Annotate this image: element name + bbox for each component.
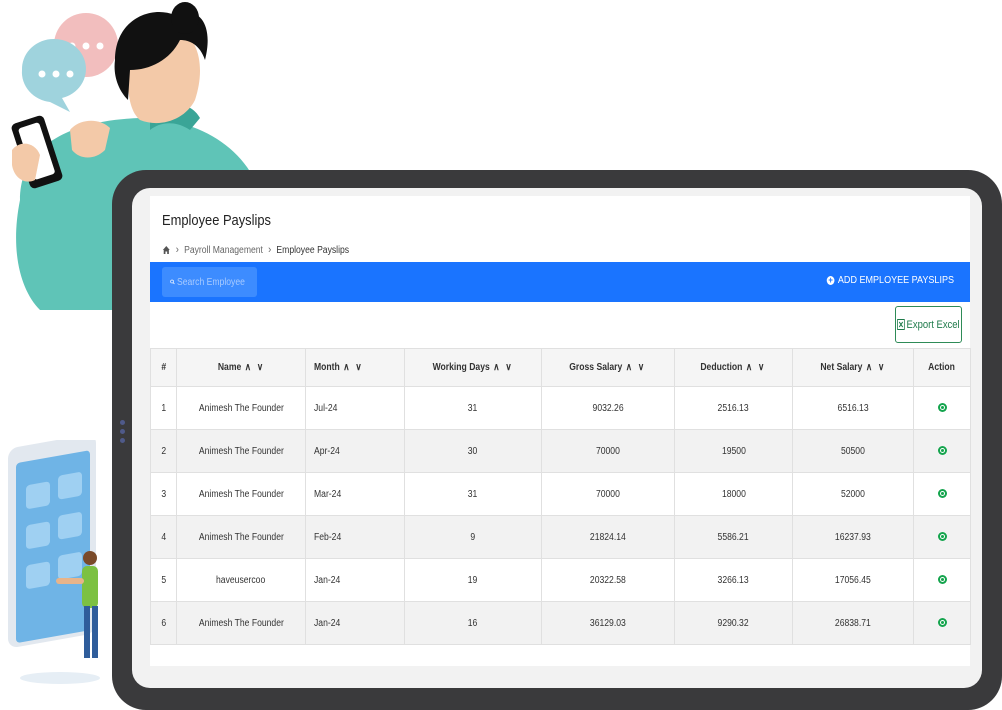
cell-deduction: 19500: [674, 429, 793, 473]
cell-month: Jan-24: [305, 601, 405, 645]
table-row: 5 haveusercoo Jan-24 19 20322.58 3266.13…: [150, 558, 971, 602]
cell-action: [913, 601, 971, 645]
col-header-action: Action: [913, 348, 971, 387]
cell-action: [913, 472, 971, 516]
cell-index: 2: [150, 429, 177, 473]
breadcrumb-employee-payslips: Employee Payslips: [276, 244, 350, 256]
cell-gross-salary: 20322.58: [541, 558, 675, 602]
cell-month: Feb-24: [305, 515, 405, 559]
export-excel-label: Export Excel: [906, 318, 960, 331]
col-header-gross-salary[interactable]: Gross Salary ∧ ∨: [541, 348, 675, 387]
cell-gross-salary: 36129.03: [541, 601, 675, 645]
cell-net-salary: 17056.45: [792, 558, 914, 602]
excel-file-icon: [897, 319, 905, 330]
cell-working-days: 16: [404, 601, 542, 645]
table-header-row: # Name ∧ ∨ Month ∧ ∨ Working Days ∧ ∨ Gross…: [150, 348, 971, 387]
search-icon: [170, 279, 175, 285]
cell-action: [913, 558, 971, 602]
view-payslip-icon[interactable]: [937, 446, 947, 456]
table-row: 3 Animesh The Founder Mar-24 31 70000 18…: [150, 472, 971, 516]
search-box[interactable]: [162, 267, 257, 297]
payslips-table: # Name ∧ ∨ Month ∧ ∨ Working Days ∧ ∨ Gross…: [150, 348, 971, 645]
sort-icon: ∧ ∨: [244, 362, 265, 373]
cell-working-days: 31: [404, 472, 542, 516]
export-excel-button[interactable]: Export Excel: [895, 306, 962, 343]
cell-name: Animesh The Founder: [176, 515, 306, 559]
cell-net-salary: 6516.13: [792, 386, 914, 430]
cell-name: Animesh The Founder: [176, 429, 306, 473]
payslips-screen: Employee Payslips › Payroll Management ›…: [150, 196, 971, 666]
cell-name: haveusercoo: [176, 558, 306, 602]
breadcrumb: › Payroll Management › Employee Payslips: [162, 244, 349, 256]
col-header-index: #: [150, 348, 177, 387]
cell-working-days: 30: [404, 429, 542, 473]
cell-working-days: 31: [404, 386, 542, 430]
cell-month: Jul-24: [305, 386, 405, 430]
col-header-month[interactable]: Month ∧ ∨: [305, 348, 405, 387]
col-header-net-salary[interactable]: Net Salary ∧ ∨: [792, 348, 914, 387]
sort-icon: ∧ ∨: [626, 362, 647, 373]
col-header-name[interactable]: Name ∧ ∨: [176, 348, 306, 387]
cell-index: 3: [150, 472, 177, 516]
table-row: 6 Animesh The Founder Jan-24 16 36129.03…: [150, 601, 971, 645]
sort-icon: ∧ ∨: [865, 362, 886, 373]
home-icon[interactable]: [162, 245, 171, 255]
cell-name: Animesh The Founder: [176, 386, 306, 430]
sort-icon: ∧ ∨: [746, 362, 767, 373]
view-payslip-icon[interactable]: [937, 618, 947, 628]
breadcrumb-payroll-management[interactable]: Payroll Management: [184, 245, 263, 256]
cell-net-salary: 50500: [792, 429, 914, 473]
cell-gross-salary: 9032.26: [541, 386, 675, 430]
cell-working-days: 9: [404, 515, 542, 559]
sort-icon: ∧ ∨: [343, 362, 364, 373]
cell-index: 4: [150, 515, 177, 559]
cell-net-salary: 16237.93: [792, 515, 914, 559]
view-payslip-icon[interactable]: [937, 575, 947, 585]
cell-name: Animesh The Founder: [176, 472, 306, 516]
cell-deduction: 2516.13: [674, 386, 793, 430]
add-employee-payslips-button[interactable]: + ADD EMPLOYEE PAYSLIPS: [826, 274, 954, 286]
table-row: 2 Animesh The Founder Apr-24 30 70000 19…: [150, 429, 971, 473]
table-row: 4 Animesh The Founder Feb-24 9 21824.14 …: [150, 515, 971, 559]
cell-index: 5: [150, 558, 177, 602]
col-header-working-days[interactable]: Working Days ∧ ∨: [404, 348, 542, 387]
sort-icon: ∧ ∨: [493, 362, 514, 373]
cell-month: Jan-24: [305, 558, 405, 602]
cell-index: 1: [150, 386, 177, 430]
plus-circle-icon: +: [826, 274, 835, 285]
chevron-right-icon: ›: [268, 244, 272, 256]
view-payslip-icon[interactable]: [937, 403, 947, 413]
page-title: Employee Payslips: [162, 212, 271, 229]
cell-month: Mar-24: [305, 472, 405, 516]
cell-action: [913, 386, 971, 430]
action-bar: + ADD EMPLOYEE PAYSLIPS: [150, 262, 970, 302]
cell-index: 6: [150, 601, 177, 645]
col-header-deduction[interactable]: Deduction ∧ ∨: [674, 348, 793, 387]
cell-net-salary: 26838.71: [792, 601, 914, 645]
table-row: 1 Animesh The Founder Jul-24 31 9032.26 …: [150, 386, 971, 430]
cell-deduction: 9290.32: [674, 601, 793, 645]
cell-month: Apr-24: [305, 429, 405, 473]
cell-working-days: 19: [404, 558, 542, 602]
chevron-right-icon: ›: [175, 244, 179, 256]
search-input[interactable]: [177, 276, 246, 288]
tablet-side-dots: [120, 420, 126, 447]
cell-gross-salary: 21824.14: [541, 515, 675, 559]
cell-net-salary: 52000: [792, 472, 914, 516]
cell-action: [913, 429, 971, 473]
cell-action: [913, 515, 971, 559]
cell-gross-salary: 70000: [541, 429, 675, 473]
cell-deduction: 5586.21: [674, 515, 793, 559]
cell-gross-salary: 70000: [541, 472, 675, 516]
cell-name: Animesh The Founder: [176, 601, 306, 645]
view-payslip-icon[interactable]: [937, 532, 947, 542]
add-employee-payslips-label: ADD EMPLOYEE PAYSLIPS: [837, 274, 954, 286]
cell-deduction: 3266.13: [674, 558, 793, 602]
cell-deduction: 18000: [674, 472, 793, 516]
view-payslip-icon[interactable]: [937, 489, 947, 499]
